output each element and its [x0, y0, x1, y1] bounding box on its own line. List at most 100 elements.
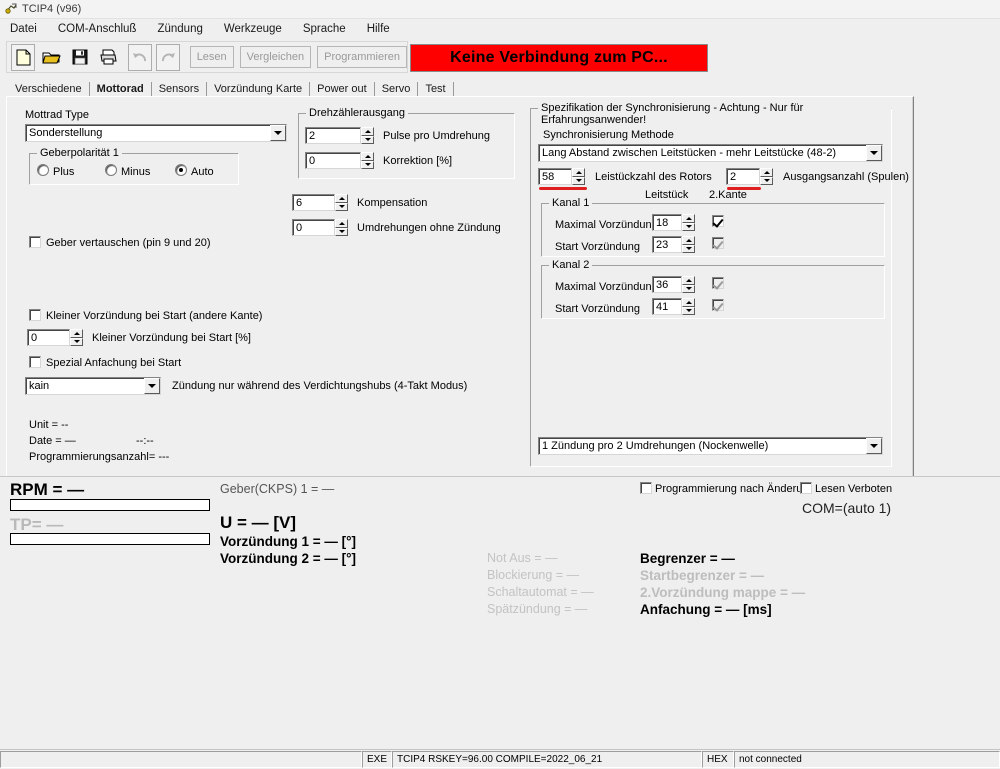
geber-ckps-readout: Geber(CKPS) 1 = — [220, 482, 335, 496]
toolbar: Lesen Vergleichen Programmieren [6, 41, 408, 73]
kanal2-max-vorzuendung-label: Maximal Vorzündung [555, 281, 658, 293]
korrektion-input[interactable]: 0 [305, 152, 361, 169]
spaetzuendung-readout: Spätzündung = — [487, 602, 588, 616]
sync-method-combo[interactable]: Lang Abstand zwischen Leitstücken - mehr… [538, 144, 883, 162]
menu-item-datei[interactable]: Datei [8, 22, 39, 36]
umdrehungen-ohne-zuendung-spinner[interactable] [335, 219, 348, 236]
menu-item-com-anschluss[interactable]: COM-Anschluß [56, 22, 139, 36]
sync-method-label: Synchronisierung Methode [543, 129, 674, 141]
takt-modus-combo[interactable]: kain [25, 377, 161, 395]
rotor-count-spinner[interactable] [572, 168, 585, 185]
vorzuendung-1-readout: Vorzündung 1 = — [°] [220, 534, 357, 549]
spezial-anfachung-checkbox[interactable] [29, 356, 41, 368]
output-count-label: Ausgangsanzahl (Spulen) [783, 171, 909, 183]
rotor-count-label: Leistückzahl des Rotors [595, 171, 712, 183]
lesen-verboten-checkbox[interactable] [800, 482, 812, 494]
zuendung-pro-umdrehung-value: 1 Zündung pro 2 Umdrehungen (Nockenwelle… [542, 440, 769, 452]
menu-item-zuendung[interactable]: Zündung [155, 22, 204, 36]
redo-button [156, 43, 181, 71]
chevron-down-icon-4[interactable] [866, 438, 882, 454]
kanal2-legend: Kanal 2 [549, 259, 593, 271]
kanal1-max-vorzuendung-label: Maximal Vorzündung [555, 219, 658, 231]
unit-info: Unit = -- [29, 419, 69, 431]
takt-modus-value: kain [29, 380, 50, 392]
pulse-pro-umdrehung-spinner[interactable] [361, 127, 374, 144]
not-aus-readout: Not Aus = — [487, 551, 558, 565]
pulse-pro-umdrehung-input[interactable]: 2 [305, 127, 361, 144]
column-header-leitstueck: Leitstück [645, 189, 689, 201]
mottorad-type-value: Sonderstellung [29, 127, 103, 139]
startbegrenzer-readout: Startbegrenzer = — [640, 568, 765, 583]
undo-button [127, 43, 153, 71]
umdrehungen-ohne-zuendung-label: Umdrehungen ohne Zündung [357, 222, 501, 234]
tp-bar [10, 533, 210, 545]
drehzaehlerausgang-legend: Drehzählerausgang [306, 107, 409, 119]
print-button[interactable] [96, 43, 121, 71]
kanal1-start-vorzuendung-spinner[interactable] [682, 236, 695, 253]
kleiner-vorzuendung-pct-input[interactable]: 0 [27, 329, 70, 346]
menu-item-hilfe[interactable]: Hilfe [365, 22, 392, 36]
time-info: --:-- [136, 435, 154, 447]
kompensation-input[interactable]: 6 [292, 194, 335, 211]
chevron-down-icon[interactable] [270, 125, 286, 141]
kleiner-vorzuendung-pct-label: Kleiner Vorzündung bei Start [%] [92, 332, 251, 344]
tab-mottorad[interactable]: Mottorad [90, 82, 152, 97]
kanal1-max-vorzuendung-spinner[interactable] [682, 214, 695, 231]
kompensation-label: Kompensation [357, 197, 428, 209]
tab-vorzuendung-karte[interactable]: Vorzündung Karte [207, 82, 311, 97]
live-data-area: RPM = — TP= — Geber(CKPS) 1 = — U = — [V… [0, 476, 1000, 747]
kanal1-max-vorzuendung-checkbox[interactable] [712, 215, 724, 227]
connection-status-banner: Keine Verbindung zum PC... [410, 44, 708, 72]
rotor-count-input[interactable]: 58 [538, 168, 572, 185]
kompensation-spinner[interactable] [335, 194, 348, 211]
tab-servo[interactable]: Servo [375, 82, 419, 97]
chevron-down-icon-3[interactable] [866, 145, 882, 161]
lesen-verboten-label: Lesen Verboten [815, 483, 893, 495]
menu-item-sprache[interactable]: Sprache [301, 22, 348, 36]
zuendung-pro-umdrehung-combo[interactable]: 1 Zündung pro 2 Umdrehungen (Nockenwelle… [538, 437, 883, 455]
kanal1-start-vorzuendung-input[interactable]: 23 [652, 236, 682, 253]
radio-plus-label: Plus [53, 166, 75, 178]
open-file-button[interactable] [39, 43, 64, 71]
korrektion-spinner[interactable] [361, 152, 374, 169]
kanal2-max-vorzuendung-checkbox [712, 277, 724, 289]
radio-plus[interactable] [37, 164, 49, 176]
status-panel-info: TCIP4 RSKEY=96.00 COMPILE=2022_06_21 [392, 751, 702, 768]
radio-auto[interactable] [175, 164, 187, 176]
pulse-pro-umdrehung-label: Pulse pro Umdrehung [383, 130, 491, 142]
output-count-spinner[interactable] [760, 168, 773, 185]
mottorad-type-combo[interactable]: Sonderstellung [25, 124, 287, 142]
kanal2-start-vorzuendung-checkbox [712, 299, 724, 311]
save-file-button[interactable] [67, 43, 93, 71]
output-count-input[interactable]: 2 [726, 168, 760, 185]
kanal2-start-vorzuendung-spinner[interactable] [682, 298, 695, 315]
com-port-readout: COM=(auto 1) [802, 500, 892, 516]
kanal2-start-vorzuendung-input[interactable]: 41 [652, 298, 682, 315]
kleiner-vorzuendung-kante-checkbox[interactable] [29, 309, 41, 321]
kanal1-start-vorzuendung-label: Start Vorzündung [555, 241, 641, 253]
kleiner-vorzuendung-kante-label: Kleiner Vorzündung bei Start (andere Kan… [46, 310, 263, 322]
menu-item-werkzeuge[interactable]: Werkzeuge [222, 22, 284, 36]
tab-sensors[interactable]: Sensors [152, 82, 208, 97]
undo-icon [132, 50, 148, 64]
rpm-readout: RPM = — [10, 480, 85, 499]
geber-vertauschen-checkbox[interactable] [29, 236, 41, 248]
tab-test[interactable]: Test [418, 82, 454, 97]
kanal1-max-vorzuendung-input[interactable]: 18 [652, 214, 682, 231]
new-file-icon [16, 49, 31, 66]
open-folder-icon [42, 49, 61, 65]
programmierung-nach-aenderung-label: Programmierung nach Änderur [655, 483, 807, 495]
lesen-button: Lesen [189, 46, 234, 68]
radio-minus[interactable] [105, 164, 117, 176]
chevron-down-icon-2[interactable] [144, 378, 160, 394]
rotor-count-red-underline [539, 187, 587, 190]
kleiner-vorzuendung-pct-spinner[interactable] [70, 329, 83, 346]
tab-verschiedene[interactable]: Verschiedene [8, 82, 90, 97]
kanal2-max-vorzuendung-input[interactable]: 36 [652, 276, 682, 293]
umdrehungen-ohne-zuendung-input[interactable]: 0 [292, 219, 335, 236]
programmierung-nach-aenderung-checkbox[interactable] [640, 482, 652, 494]
new-file-button[interactable] [11, 43, 36, 71]
programmieren-button: Programmieren [317, 46, 407, 68]
kanal2-max-vorzuendung-spinner[interactable] [682, 276, 695, 293]
tab-power-out[interactable]: Power out [310, 82, 375, 97]
